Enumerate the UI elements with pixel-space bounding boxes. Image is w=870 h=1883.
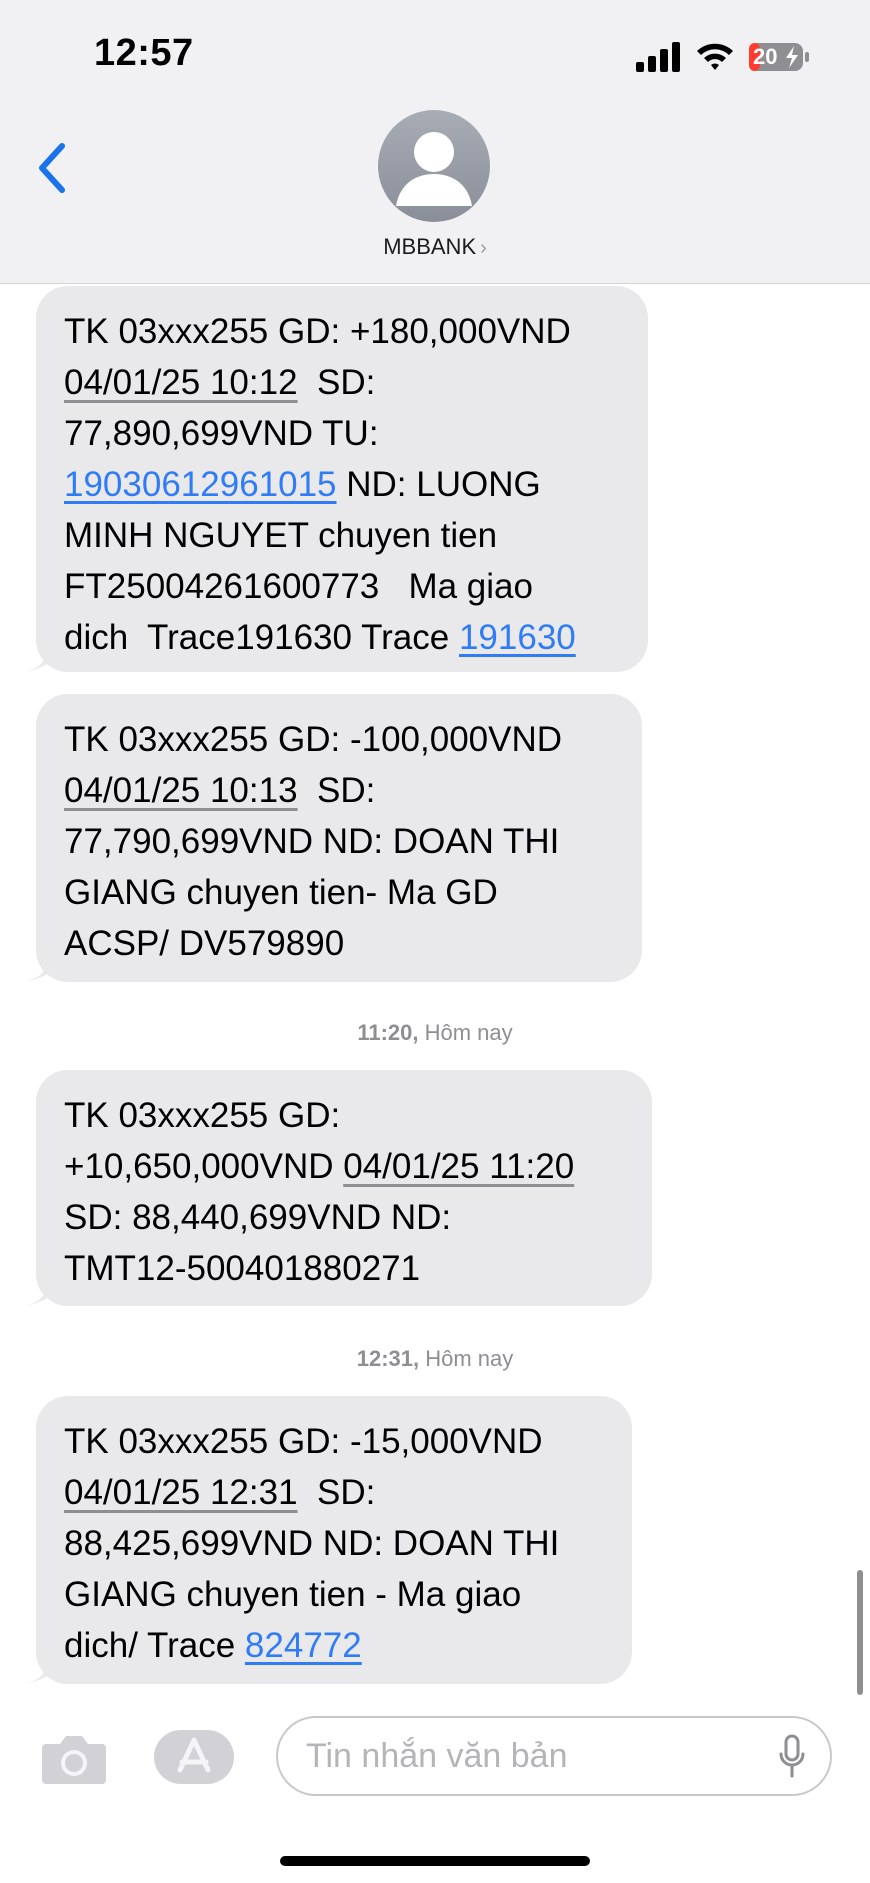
- person-silhouette-icon: [396, 132, 472, 206]
- message-line: dich Trace191630 Trace 191630: [64, 612, 622, 663]
- message-bubble-4[interactable]: TK 03xxx255 GD: -15,000VND 04/01/25 12:31…: [24, 1396, 632, 1684]
- camera-icon[interactable]: [40, 1732, 108, 1786]
- message-link[interactable]: 824772: [245, 1626, 362, 1665]
- message-line: 77,790,699VND ND: DOAN THI: [64, 816, 616, 867]
- bubble-tail: [24, 952, 58, 982]
- message-date-link[interactable]: 04/01/25 10:13: [64, 771, 298, 810]
- message-text: GIANG chuyen tien- Ma GD: [64, 873, 498, 912]
- message-bubble-2[interactable]: TK 03xxx255 GD: -100,000VND 04/01/25 10:1…: [24, 694, 642, 982]
- message-line: MINH NGUYET chuyen tien: [64, 510, 622, 561]
- message-line: 04/01/25 12:31 SD:: [64, 1467, 606, 1518]
- message-bubble-3[interactable]: TK 03xxx255 GD: +10,650,000VND 04/01/25 1…: [24, 1070, 652, 1306]
- timestamp-day: Hôm nay: [419, 1346, 514, 1371]
- message-text: 77,890,699VND TU:: [64, 414, 379, 453]
- contact-avatar[interactable]: [378, 110, 490, 222]
- contact-name: MBBANK: [383, 234, 477, 259]
- timestamp-time: 12:31,: [356, 1346, 420, 1371]
- message-date-link[interactable]: 04/01/25 11:20: [343, 1147, 574, 1186]
- status-bar-time: 12:57: [94, 32, 194, 74]
- message-text: dich Trace191630 Trace: [64, 618, 459, 657]
- scrollbar[interactable]: [857, 1570, 863, 1695]
- message-text: 77,790,699VND ND: DOAN THI: [64, 822, 560, 861]
- home-indicator: [280, 1856, 590, 1866]
- timestamp-separator: 12:31, Hôm nay: [0, 1346, 870, 1372]
- message-text: TK 03xxx255 GD: -100,000VND: [64, 720, 563, 759]
- bubble-tail: [24, 1654, 58, 1684]
- contact-name-button[interactable]: MBBANK ›: [0, 234, 870, 260]
- message-line: TK 03xxx255 GD: +180,000VND: [64, 306, 622, 357]
- message-line: ACSP/ DV579890: [64, 918, 616, 969]
- message-text: SD:: [297, 771, 376, 810]
- message-line: 04/01/25 10:13 SD:: [64, 765, 616, 816]
- bubble-tail: [24, 642, 58, 672]
- message-line: dich/ Trace 824772: [64, 1620, 606, 1671]
- message-line: TMT12-500401880271: [64, 1243, 626, 1294]
- message-text: ND: LUONG: [336, 465, 541, 504]
- wifi-icon: [697, 43, 733, 70]
- message-text: 88,425,699VND ND: DOAN THI: [64, 1524, 560, 1563]
- battery-charging-icon: 20: [748, 42, 810, 72]
- chevron-left-icon[interactable]: [34, 140, 70, 196]
- conversation-header: 12:57 20 MBBANK ›: [0, 0, 870, 284]
- message-text: dich/ Trace: [64, 1626, 245, 1665]
- message-text: SD:: [297, 363, 376, 402]
- cellular-signal-icon: [636, 42, 680, 72]
- message-line: FT25004261600773 Ma giao: [64, 561, 622, 612]
- timestamp-separator: 11:20, Hôm nay: [0, 1020, 870, 1046]
- message-line: 04/01/25 10:12 SD:: [64, 357, 622, 408]
- message-thread[interactable]: TK 03xxx255 GD: +180,000VND 04/01/25 10:1…: [0, 284, 870, 1694]
- message-line: TK 03xxx255 GD: -100,000VND: [64, 714, 616, 765]
- message-line: 88,425,699VND ND: DOAN THI: [64, 1518, 606, 1569]
- microphone-icon[interactable]: [778, 1734, 806, 1780]
- message-text: TK 03xxx255 GD: +180,000VND: [64, 312, 571, 351]
- timestamp-day: Hôm nay: [418, 1020, 513, 1045]
- app-store-icon[interactable]: [154, 1726, 238, 1788]
- message-text: TK 03xxx255 GD: -15,000VND: [64, 1422, 543, 1461]
- message-line: 77,890,699VND TU:: [64, 408, 622, 459]
- message-line: +10,650,000VND 04/01/25 11:20: [64, 1141, 626, 1192]
- message-text: FT25004261600773 Ma giao: [64, 567, 533, 606]
- message-line: GIANG chuyen tien - Ma giao: [64, 1569, 606, 1620]
- message-text: TK 03xxx255 GD:: [64, 1096, 341, 1135]
- message-text: SD:: [297, 1473, 376, 1512]
- message-line: SD: 88,440,699VND ND:: [64, 1192, 626, 1243]
- message-text: GIANG chuyen tien - Ma giao: [64, 1575, 522, 1614]
- message-line: TK 03xxx255 GD:: [64, 1090, 626, 1141]
- message-date-link[interactable]: 04/01/25 12:31: [64, 1473, 298, 1512]
- battery-level: 20: [753, 44, 778, 69]
- chevron-right-icon: ›: [480, 237, 487, 259]
- message-date-link[interactable]: 04/01/25 10:12: [64, 363, 298, 402]
- bubble-tail: [24, 1276, 58, 1306]
- message-text: TMT12-500401880271: [64, 1249, 421, 1288]
- message-line: 19030612961015 ND: LUONG: [64, 459, 622, 510]
- timestamp-time: 11:20,: [357, 1020, 419, 1045]
- message-bubble-1[interactable]: TK 03xxx255 GD: +180,000VND 04/01/25 10:1…: [24, 286, 648, 672]
- message-link[interactable]: 191630: [459, 618, 576, 657]
- message-text: SD: 88,440,699VND ND:: [64, 1198, 452, 1237]
- message-input[interactable]: [276, 1716, 832, 1796]
- message-text: +10,650,000VND: [64, 1147, 344, 1186]
- message-text: ACSP/ DV579890: [64, 924, 345, 963]
- message-line: TK 03xxx255 GD: -15,000VND: [64, 1416, 606, 1467]
- message-text: MINH NGUYET chuyen tien: [64, 516, 498, 555]
- message-line: GIANG chuyen tien- Ma GD: [64, 867, 616, 918]
- message-link[interactable]: 19030612961015: [64, 465, 337, 504]
